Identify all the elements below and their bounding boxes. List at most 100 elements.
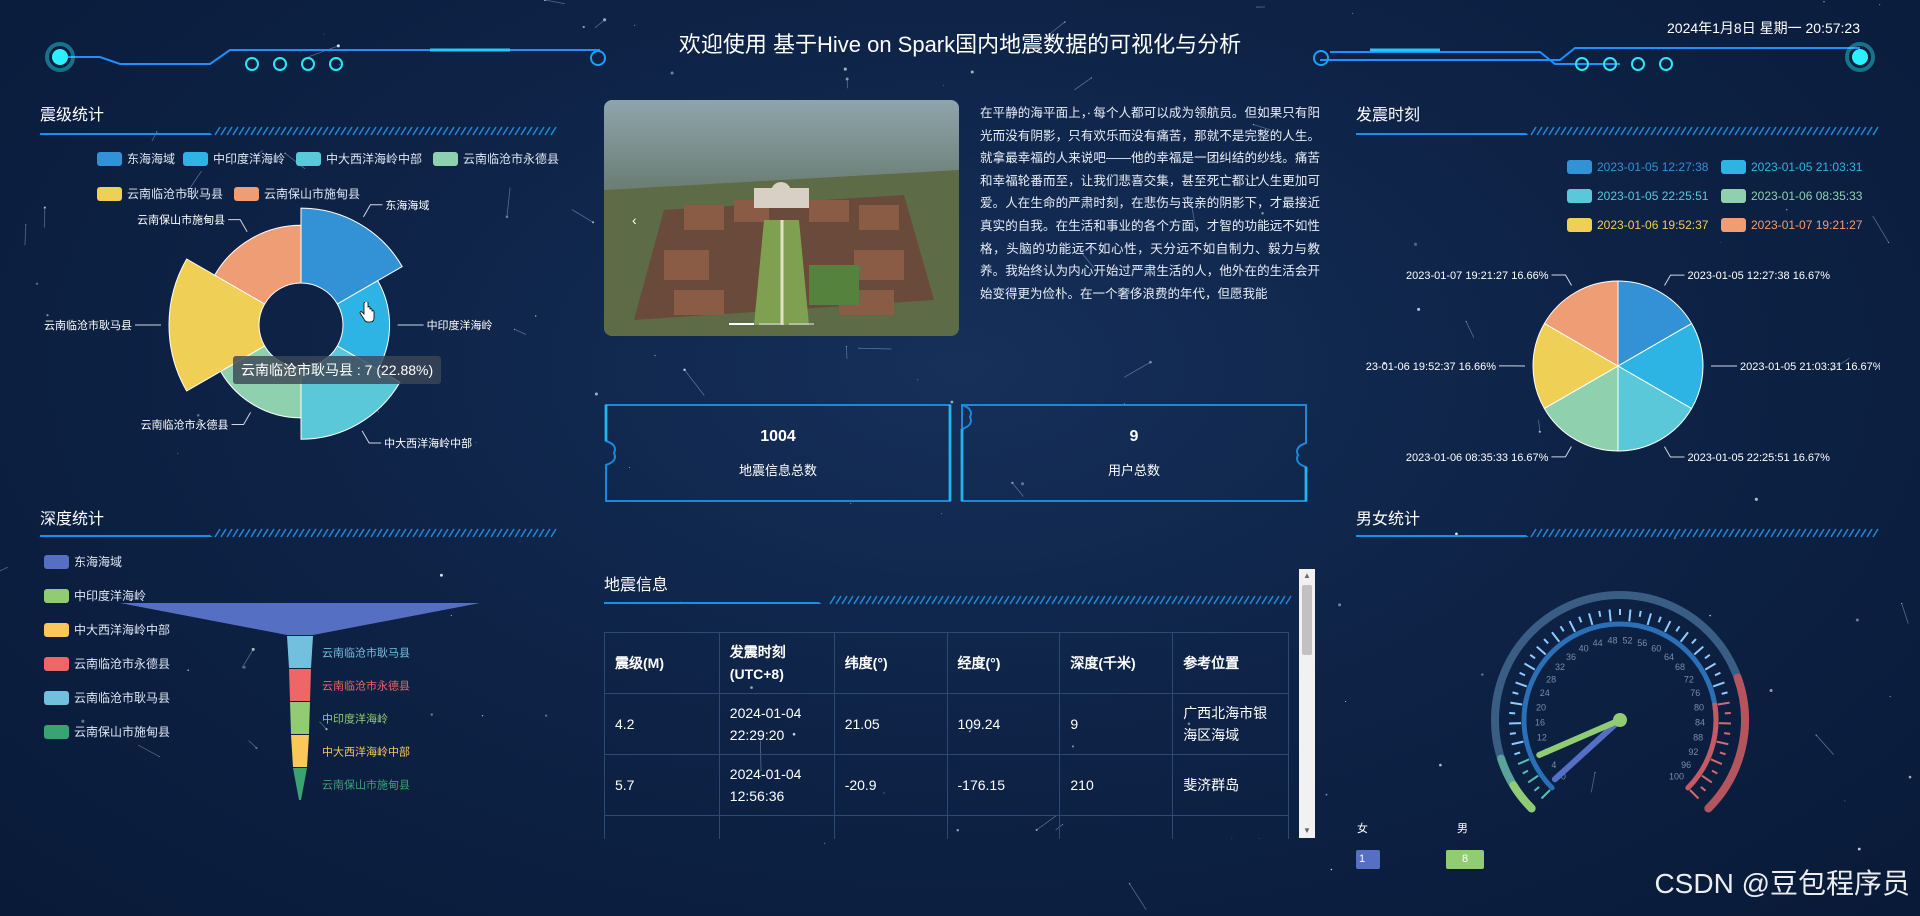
hatch-mark xyxy=(1596,126,1603,136)
hatch-mark xyxy=(847,595,854,605)
legend-item[interactable]: 2023-01-05 12:27:38 xyxy=(1567,160,1708,174)
table-row[interactable]: 5.7 2024-01-04 12:56:36 -20.9 -176.15 21… xyxy=(604,754,1289,816)
hatch-mark xyxy=(1632,126,1639,136)
hatch-mark xyxy=(1087,595,1094,605)
hatch-mark xyxy=(322,528,329,538)
hatch-mark xyxy=(877,595,884,605)
hatch-mark xyxy=(1836,528,1843,538)
legend-item[interactable]: 2023-01-07 19:21:27 xyxy=(1721,218,1862,232)
gauge-needle xyxy=(1536,717,1623,758)
hatch-mark xyxy=(1189,595,1196,605)
hatch-mark xyxy=(1045,595,1052,605)
hatch-mark xyxy=(226,528,233,538)
segment-label: 云南临沧市耿马县 xyxy=(44,318,132,332)
hatch-mark xyxy=(478,528,485,538)
hatch-mark xyxy=(1033,595,1040,605)
gauge-tick xyxy=(1512,691,1519,695)
table-row[interactable]: 2024-01-04 0 河北张家口市 xyxy=(604,815,1289,839)
hatch-mark xyxy=(1255,595,1262,605)
legend-item[interactable]: 2023-01-06 08:35:33 xyxy=(1721,189,1862,203)
hatch-mark xyxy=(1818,528,1825,538)
table-scrollbar[interactable]: ▲ ▼ xyxy=(1299,569,1315,838)
hatch-mark xyxy=(1530,528,1537,538)
campus-banner-image[interactable]: ‹ xyxy=(604,100,959,336)
hatch-mark xyxy=(1770,528,1777,538)
hatch-mark xyxy=(1566,528,1573,538)
hatch-mark xyxy=(1806,528,1813,538)
table-cell: 9 xyxy=(1059,693,1174,755)
gauge-tick xyxy=(1714,671,1721,677)
hatch-mark xyxy=(484,528,491,538)
legend-label: 2023-01-05 22:25:51 xyxy=(1597,189,1709,203)
legend-item[interactable]: 2023-01-05 21:03:31 xyxy=(1721,160,1862,174)
legend-item[interactable]: 中印度洋海岭 xyxy=(183,150,285,167)
legend-swatch xyxy=(97,186,122,201)
hatch-mark xyxy=(1153,595,1160,605)
table-cell: 河北张家口市 xyxy=(1172,815,1289,839)
scroll-down-arrow-icon[interactable]: ▼ xyxy=(1299,824,1315,838)
segment-label: 云南临沧市永德县 xyxy=(141,417,229,431)
legend-item[interactable]: 中大西洋海岭中部 xyxy=(296,150,422,167)
hatch-mark xyxy=(985,595,992,605)
hatch-mark xyxy=(1644,126,1651,136)
hatch-mark xyxy=(412,126,419,136)
legend-swatch xyxy=(44,656,69,671)
hatch-mark xyxy=(304,528,311,538)
hatch-mark xyxy=(370,528,377,538)
legend-swatch xyxy=(1721,189,1746,203)
hatch-mark xyxy=(1668,528,1675,538)
hatch-mark xyxy=(1590,126,1597,136)
hatch-mark xyxy=(352,126,359,136)
hatch-mark xyxy=(1698,126,1705,136)
legend-item[interactable]: 2023-01-06 19:52:37 xyxy=(1567,218,1708,232)
legend-item[interactable]: 东海海域 xyxy=(44,553,122,570)
hatch-mark xyxy=(442,126,449,136)
hatch-mark xyxy=(991,595,998,605)
funnel-segment xyxy=(120,603,480,635)
hatch-mark xyxy=(1656,126,1663,136)
gauge-tick-label: 60 xyxy=(1651,644,1661,654)
legend-label: 2023-01-06 08:35:33 xyxy=(1751,189,1863,203)
hatch-mark xyxy=(1261,595,1268,605)
hatch-mark xyxy=(1716,528,1723,538)
hatch-mark xyxy=(238,126,245,136)
male-label: 男 xyxy=(1457,823,1468,835)
gauge-tick-label: 92 xyxy=(1688,747,1698,757)
table-row[interactable]: 4.2 2024-01-04 22:29:20 21.05 109.24 9 广… xyxy=(604,693,1289,755)
hatch-mark xyxy=(1650,528,1657,538)
funnel-label: 中印度洋海岭 xyxy=(322,712,388,726)
hatch-mark xyxy=(1818,126,1825,136)
hatch-mark xyxy=(508,126,515,136)
hatch-mark xyxy=(979,595,986,605)
hatch-mark xyxy=(1722,528,1729,538)
hatch-mark xyxy=(1267,595,1274,605)
hatch-mark xyxy=(1866,126,1873,136)
hatch-mark xyxy=(214,126,221,136)
hatch-mark xyxy=(1177,595,1184,605)
hatch-mark xyxy=(1740,126,1747,136)
hatch-mark xyxy=(298,528,305,538)
gauge-tick xyxy=(1533,786,1540,792)
funnel-segment xyxy=(293,768,307,800)
hatch-mark xyxy=(436,528,443,538)
hatch-mark xyxy=(214,528,221,538)
hatch-mark xyxy=(520,126,527,136)
legend-item[interactable]: 2023-01-05 22:25:51 xyxy=(1567,189,1708,203)
table-cell: 2024-01-04 0 xyxy=(718,815,835,839)
hatch-mark xyxy=(508,528,515,538)
quake-table: 震级(M) 发震时刻(UTC+8) 纬度(°) 经度(°) 深度(千米) 参考位… xyxy=(604,632,1289,839)
scroll-up-arrow-icon[interactable]: ▲ xyxy=(1299,569,1315,583)
label-line xyxy=(1551,274,1572,286)
hatch-mark xyxy=(406,126,413,136)
legend-label: 2023-01-05 12:27:38 xyxy=(1597,160,1709,174)
quake-table-container[interactable]: 震级(M) 发震时刻(UTC+8) 纬度(°) 经度(°) 深度(千米) 参考位… xyxy=(604,632,1289,839)
hatch-mark xyxy=(1183,595,1190,605)
hatch-mark xyxy=(472,126,479,136)
gauge-tick xyxy=(1509,732,1516,735)
table-cell: 21.05 xyxy=(833,693,948,755)
scroll-thumb[interactable] xyxy=(1302,585,1312,655)
legend-item[interactable]: 云南临沧市永德县 xyxy=(433,150,559,167)
legend-item[interactable]: 东海海域 xyxy=(97,150,175,167)
gauge-tick-label: 84 xyxy=(1695,718,1705,728)
hatch-mark xyxy=(1686,528,1693,538)
